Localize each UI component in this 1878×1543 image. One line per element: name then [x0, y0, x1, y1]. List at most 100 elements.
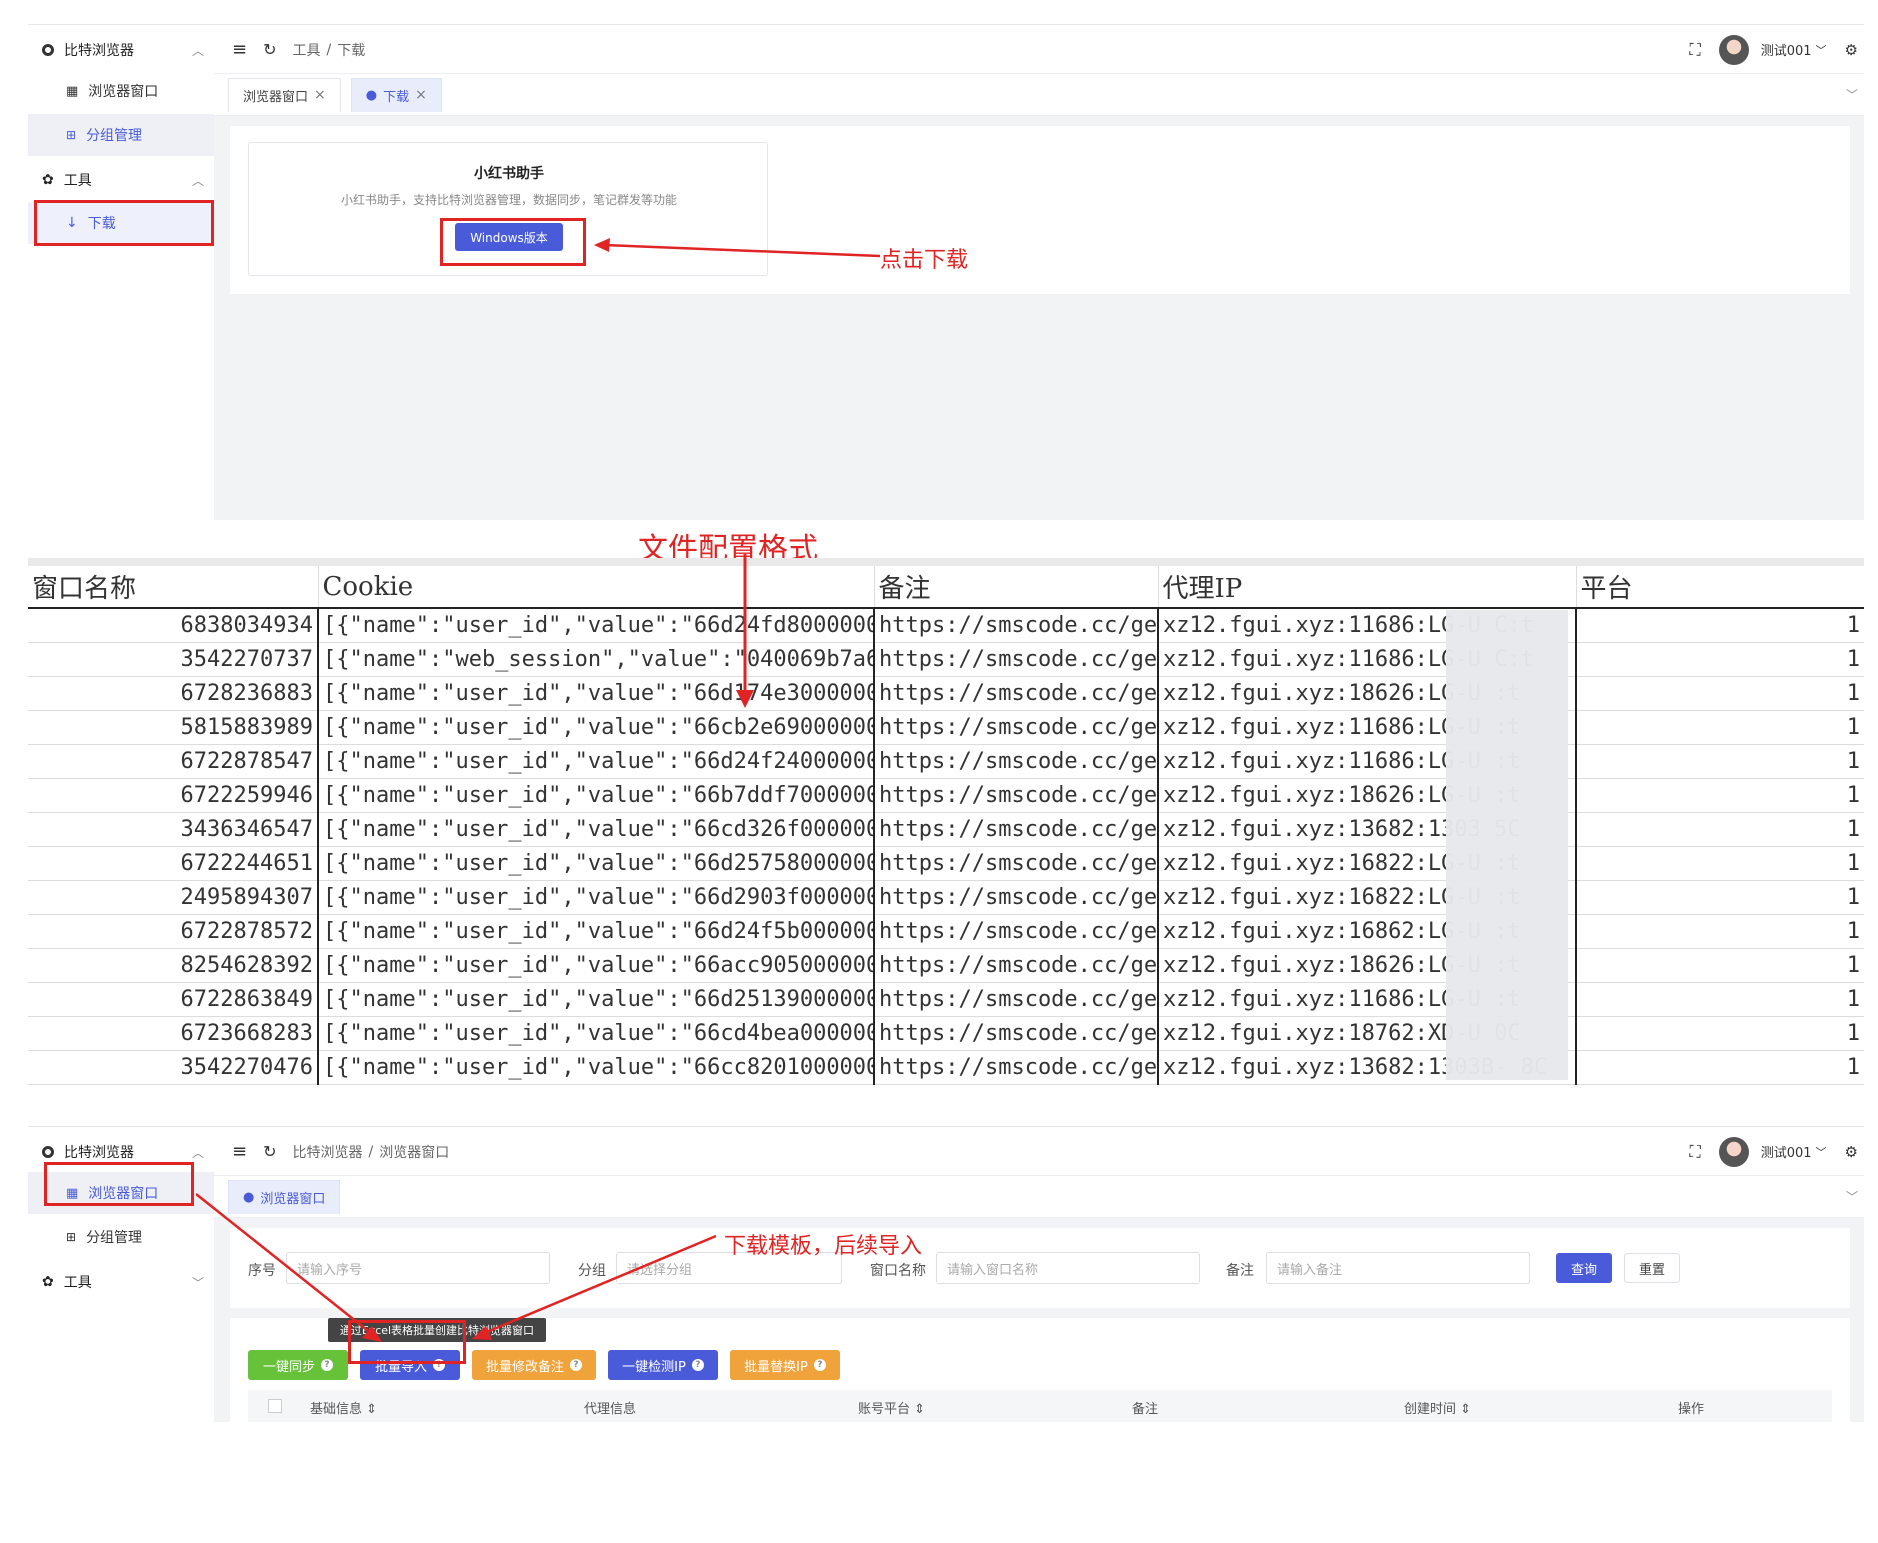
chevron-up-icon: ︿: [192, 43, 205, 58]
settings-icon[interactable]: ⚙: [1845, 1143, 1858, 1161]
close-icon[interactable]: ×: [314, 87, 326, 103]
cell-platform: 1: [1576, 948, 1864, 983]
settings-icon[interactable]: ⚙: [1845, 41, 1858, 59]
select-all-checkbox[interactable]: [268, 1399, 282, 1413]
cell-cookie: [{"name":"user_id","value":"66d257580000…: [318, 846, 875, 881]
check-ip-button[interactable]: 一键检测IP?: [608, 1350, 718, 1380]
sidebar-group-brand[interactable]: 比特浏览器 ︿: [42, 1142, 204, 1162]
cell-remark: https://smscode.cc/getCod: [874, 914, 1159, 949]
sort-icon: ⇕: [1460, 1402, 1472, 1417]
tab-bar: 浏览器窗口 × ● 下载 × ﹀: [214, 74, 1864, 116]
cell-platform: 1: [1576, 676, 1864, 711]
chrome-icon: [42, 1146, 54, 1158]
breadcrumb-separator: /: [326, 41, 332, 58]
menu-icon[interactable]: ≡: [232, 39, 247, 60]
refresh-icon[interactable]: ↻: [263, 1142, 276, 1161]
sidebar-item-group-manage[interactable]: ⊞ 分组管理: [28, 114, 214, 156]
cell-window-name: 8254628392: [28, 948, 319, 983]
header-label: 账号平台: [858, 1402, 911, 1417]
content-area: 小红书助手 小红书助手，支持比特浏览器管理，数据同步，笔记群发等功能 Windo…: [214, 116, 1864, 520]
chevron-down-icon[interactable]: ﹀: [1816, 1144, 1827, 1160]
cell-window-name: 6722244651: [28, 846, 319, 881]
tab-download[interactable]: ● 下载 ×: [350, 77, 442, 112]
header-remark: 备注: [874, 566, 1159, 609]
window-name-input[interactable]: 请输入窗口名称: [936, 1252, 1200, 1284]
cell-platform: 1: [1576, 608, 1864, 643]
header-account-platform[interactable]: 账号平台 ⇕: [858, 1398, 925, 1417]
cell-window-name: 6722878547: [28, 744, 319, 779]
sidebar-item-group-manage[interactable]: ⊞ 分组管理: [28, 1216, 214, 1258]
sort-icon: ⇕: [914, 1402, 926, 1417]
cell-window-name: 3542270737: [28, 642, 319, 677]
chevron-down-icon[interactable]: ﹀: [1816, 42, 1827, 58]
close-icon[interactable]: ×: [415, 87, 427, 103]
header-proxy-ip: 代理IP: [1158, 566, 1577, 609]
cell-platform: 1: [1576, 642, 1864, 677]
header-basic-info[interactable]: 基础信息 ⇕: [310, 1398, 377, 1417]
cell-platform: 1: [1576, 778, 1864, 813]
cell-window-name: 5815883989: [28, 710, 319, 745]
cell-window-name: 6723668283: [28, 1016, 319, 1051]
header-created-time[interactable]: 创建时间 ⇕: [1404, 1398, 1471, 1417]
sidebar-group-brand[interactable]: 比特浏览器 ︿: [42, 40, 204, 60]
spreadsheet: 窗口名称 Cookie 备注 代理IP 平台 6838034934 [{"name…: [28, 558, 1864, 1085]
chevron-down-icon[interactable]: ﹀: [1846, 1188, 1858, 1205]
cell-platform: 1: [1576, 846, 1864, 881]
sidebar-group-tools[interactable]: ✿ 工具 ︿: [42, 170, 204, 190]
help-icon: ?: [691, 1359, 704, 1371]
spreadsheet-row: 3542270737 [{"name":"web_session","value"…: [28, 642, 1864, 677]
user-name[interactable]: 测试001: [1761, 1142, 1812, 1161]
tab-browser-window[interactable]: 浏览器窗口 ×: [228, 77, 341, 112]
remark-input[interactable]: 请输入备注: [1266, 1252, 1530, 1284]
sidebar-tools-label: 工具: [63, 1275, 92, 1291]
breadcrumb-root[interactable]: 比特浏览器: [293, 1142, 363, 1162]
top-bar: ≡ ↻ 比特浏览器 / 浏览器窗口 ⛶ 测试001 ﹀ ⚙: [214, 1128, 1864, 1176]
annotation-download-template: 下载模板，后续导入: [724, 1234, 923, 1259]
cell-remark: https://smscode.cc/getCod: [874, 1016, 1159, 1051]
header-label: 基础信息: [310, 1402, 363, 1417]
cell-platform: 1: [1576, 744, 1864, 779]
spreadsheet-row: 6722878572 [{"name":"user_id","value":"66…: [28, 914, 1864, 949]
avatar[interactable]: [1718, 1136, 1749, 1167]
cell-window-name: 6838034934: [28, 608, 319, 643]
cell-cookie: [{"name":"user_id","value":"66cc82010000…: [318, 1050, 875, 1085]
cell-window-name: 2495894307: [28, 880, 319, 915]
avatar[interactable]: [1718, 34, 1749, 65]
breadcrumb-separator: /: [368, 1143, 374, 1160]
refresh-icon[interactable]: ↻: [263, 40, 276, 59]
cell-cookie: [{"name":"user_id","value":"66cd326f0000…: [318, 812, 875, 847]
breadcrumb-current: 浏览器窗口: [379, 1144, 450, 1161]
reset-button[interactable]: 重置: [1624, 1253, 1680, 1283]
cell-platform: 1: [1576, 1016, 1864, 1051]
user-name[interactable]: 测试001: [1761, 40, 1812, 59]
spreadsheet-header-row: 窗口名称 Cookie 备注 代理IP 平台: [28, 566, 1864, 609]
spreadsheet-row: 6728236883 [{"name":"user_id","value":"66…: [28, 676, 1864, 711]
header-proxy-info: 代理信息: [584, 1402, 637, 1417]
fullscreen-icon[interactable]: ⛶: [1690, 40, 1701, 60]
breadcrumb-root[interactable]: 工具: [293, 40, 321, 60]
cell-platform: 1: [1576, 880, 1864, 915]
fullscreen-icon[interactable]: ⛶: [1690, 1142, 1701, 1162]
dot-icon: ●: [365, 87, 378, 103]
spreadsheet-row: 6722878547 [{"name":"user_id","value":"66…: [28, 744, 1864, 779]
group-icon: ⊞: [66, 128, 77, 142]
sidebar: 比特浏览器 ︿ ▦ 浏览器窗口 ⊞ 分组管理 ✿ 工具 ︿ ↓ 下载: [28, 26, 214, 520]
header-cookie: Cookie: [318, 566, 875, 609]
cell-cookie: [{"name":"user_id","value":"66d251390000…: [318, 982, 875, 1017]
batch-edit-remark-button[interactable]: 批量修改备注?: [472, 1350, 596, 1380]
cell-remark: https://smscode.cc/getCod: [874, 1050, 1159, 1085]
sidebar-item-browser-window[interactable]: ▦ 浏览器窗口: [28, 70, 214, 112]
sidebar-group-tools[interactable]: ✿ 工具 ﹀: [42, 1272, 204, 1292]
menu-icon[interactable]: ≡: [232, 1141, 247, 1162]
query-button[interactable]: 查询: [1556, 1253, 1612, 1283]
chevron-up-icon: ︿: [192, 1145, 205, 1160]
batch-replace-ip-button[interactable]: 批量替换IP?: [730, 1350, 840, 1380]
sync-button[interactable]: 一键同步?: [248, 1350, 348, 1380]
cell-cookie: [{"name":"user_id","value":"66d24f5b0000…: [318, 914, 875, 949]
cell-window-name: 6728236883: [28, 676, 319, 711]
cell-platform: 1: [1576, 710, 1864, 745]
chevron-down-icon[interactable]: ﹀: [1846, 86, 1858, 103]
spreadsheet-row: 6722259946 [{"name":"user_id","value":"66…: [28, 778, 1864, 813]
cell-cookie: [{"name":"user_id","value":"66b7ddf70000…: [318, 778, 875, 813]
highlight-browser-window-menu: [44, 1162, 194, 1206]
